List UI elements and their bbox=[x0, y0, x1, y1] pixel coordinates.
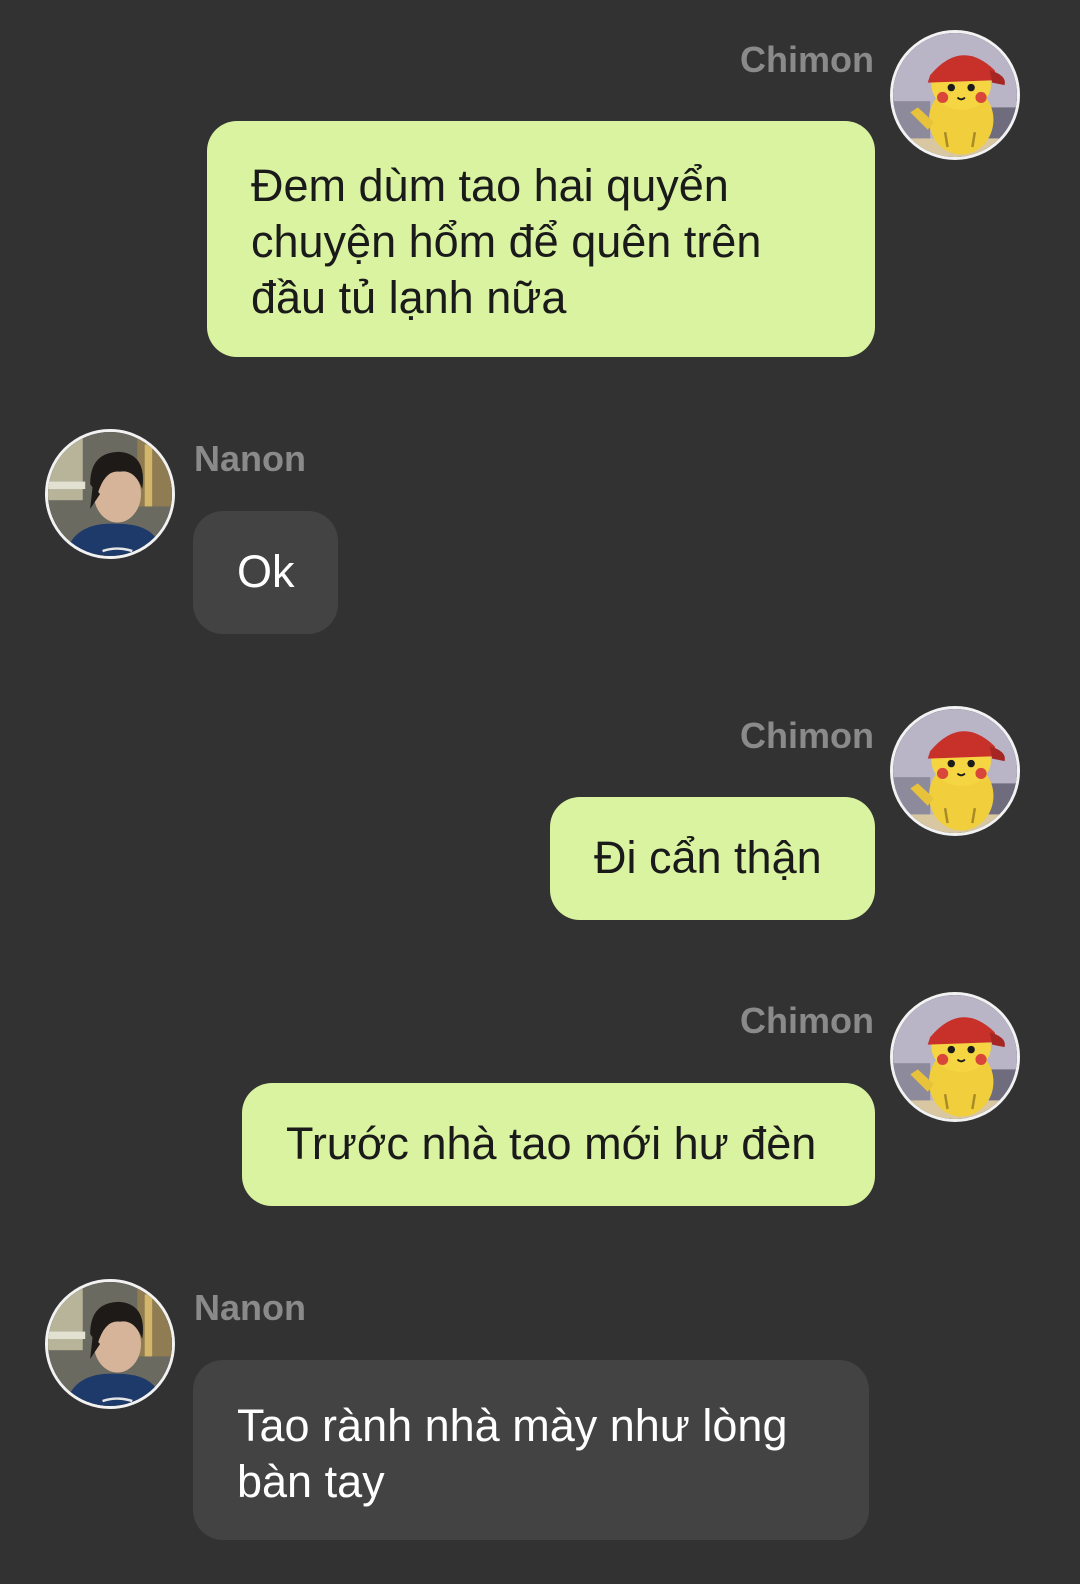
sender-name: Chimon bbox=[740, 1000, 874, 1041]
sender-name: Nanon bbox=[194, 438, 306, 479]
pikachu-avatar-icon[interactable] bbox=[890, 706, 1020, 836]
message-bubble[interactable]: Đi cẩn thận bbox=[550, 797, 875, 920]
message-bubble[interactable]: Trước nhà tao mới hư đèn bbox=[242, 1083, 875, 1206]
message-bubble[interactable]: Đem dùm tao hai quyển chuyện hổm để quên… bbox=[207, 121, 875, 357]
sender-name: Chimon bbox=[740, 39, 874, 80]
message-bubble[interactable]: Ok bbox=[193, 511, 338, 634]
person-avatar-icon[interactable] bbox=[45, 1279, 175, 1409]
person-avatar-icon[interactable] bbox=[45, 429, 175, 559]
message-bubble[interactable]: Tao rành nhà mày như lòng bàn tay bbox=[193, 1360, 869, 1540]
sender-name: Chimon bbox=[740, 715, 874, 756]
sender-name: Nanon bbox=[194, 1287, 306, 1328]
pikachu-avatar-icon[interactable] bbox=[890, 30, 1020, 160]
pikachu-avatar-icon[interactable] bbox=[890, 992, 1020, 1122]
